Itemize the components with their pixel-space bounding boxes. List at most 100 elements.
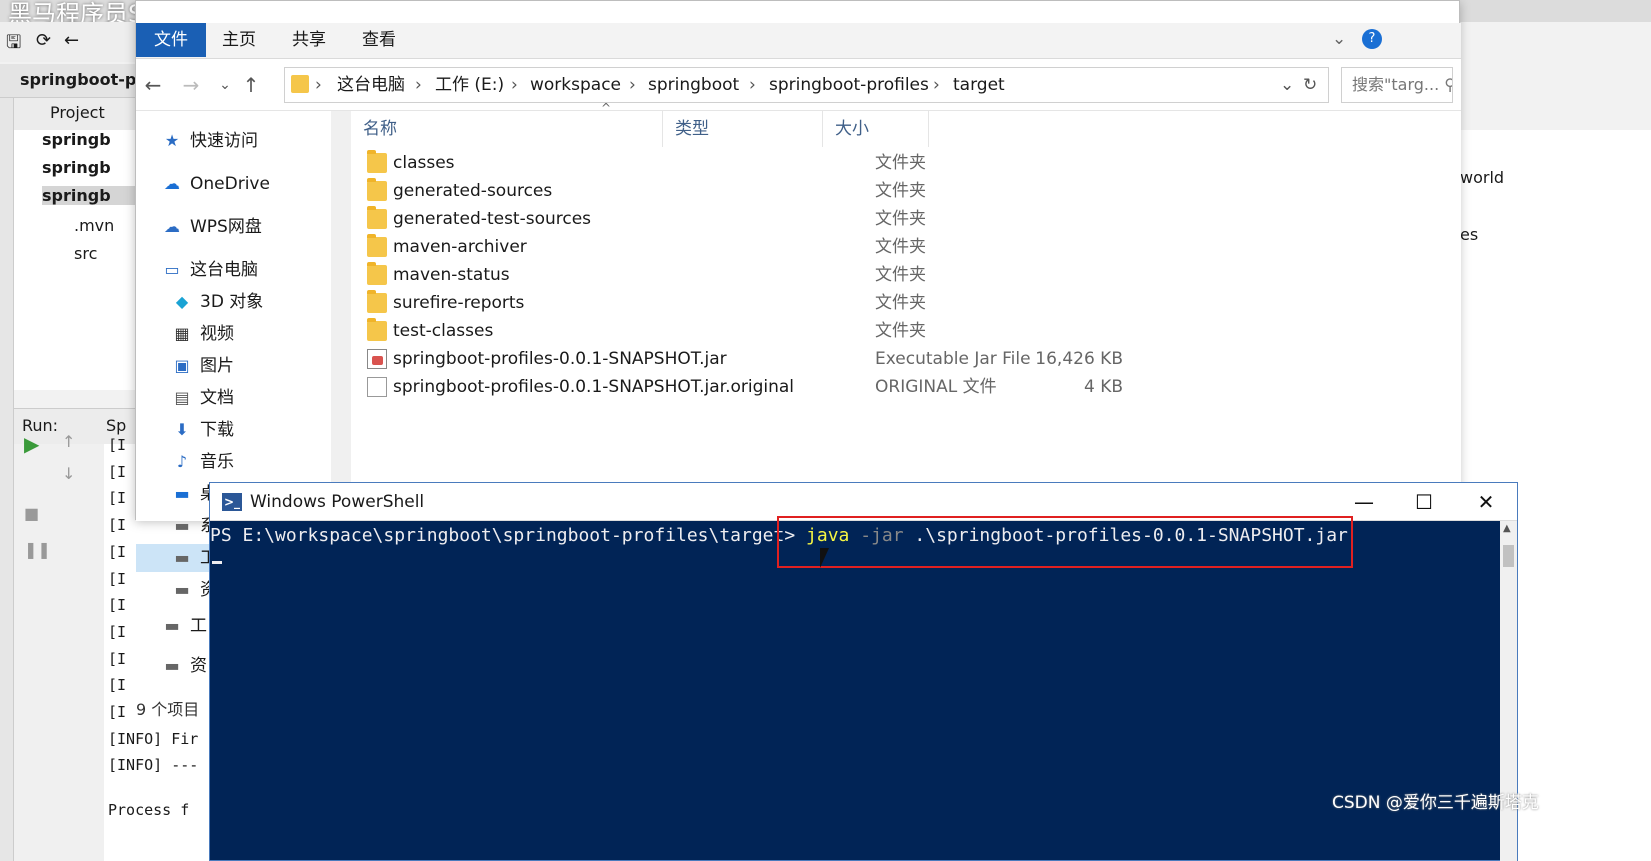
close-button[interactable]: ✕: [1456, 483, 1516, 521]
file-row[interactable]: springboot-profiles-0.0.1-SNAPSHOT.jar.o…: [351, 373, 1151, 401]
breadcrumb-item[interactable]: target: [953, 68, 1005, 102]
sidebar-item-label: 图片: [200, 356, 234, 376]
sidebar-item[interactable]: ▤ 文档: [170, 384, 234, 412]
help-icon[interactable]: ?: [1362, 29, 1382, 49]
search-input[interactable]: 搜索"targ... ⚲: [1341, 67, 1453, 103]
project-panel-label[interactable]: Project: [50, 103, 105, 122]
address-bar[interactable]: › 这台电脑 › 工作 (E:) › workspace › springboo…: [284, 67, 1329, 103]
project-panel-header: Project: [14, 98, 140, 130]
forward-arrow-icon[interactable]: →: [178, 71, 204, 99]
breadcrumb-separator-icon[interactable]: ›: [315, 68, 322, 102]
navigation-pane: ★ 快速访问 ☁ OneDrive ☁ WPS网盘 ▭ 这台电脑 ◆ 3D 对象 ▦ 视频 ▣ 图片 ▤ 文档…: [136, 111, 331, 676]
tree-item[interactable]: src: [74, 244, 97, 263]
ribbon-tab-view[interactable]: 查看: [344, 23, 414, 57]
terminal-output[interactable]: PS E:\workspace\springboot\springboot-pr…: [210, 521, 1500, 861]
sidebar-item-label: 这台电脑: [190, 260, 258, 280]
document-icon: ▤: [174, 388, 190, 407]
window-title: Windows PowerShell: [250, 492, 425, 512]
file-row[interactable]: test-classes 文件夹: [351, 317, 1151, 345]
drive-icon: ▬: [174, 548, 190, 567]
run-icon[interactable]: ▶: [24, 432, 39, 456]
breadcrumb-item[interactable]: workspace: [530, 68, 621, 102]
folder-icon: [291, 75, 309, 93]
sync-icon[interactable]: ⟳: [36, 30, 51, 51]
breadcrumb-separator-icon[interactable]: ›: [415, 68, 422, 102]
file-type: 文件夹: [875, 265, 926, 285]
stop-icon[interactable]: ■: [24, 504, 39, 523]
ribbon-tab-home[interactable]: 主页: [204, 23, 274, 57]
ribbon-tab-file[interactable]: 文件: [136, 23, 206, 57]
breadcrumb-separator-icon[interactable]: ›: [511, 68, 518, 102]
navigation-bar: ← → ⌄ ↑ › 这台电脑 › 工作 (E:) › workspace › s…: [136, 59, 1461, 111]
search-placeholder: 搜索"targ...: [1352, 75, 1440, 94]
sidebar-item[interactable]: ⬇ 下载: [170, 416, 234, 444]
breadcrumb-separator-icon[interactable]: ›: [749, 68, 756, 102]
ide-project-bar: springboot-p: [0, 64, 140, 98]
breadcrumb-item[interactable]: 这台电脑: [337, 68, 405, 102]
sidebar-item[interactable]: ★ 快速访问: [160, 127, 258, 155]
ribbon-tab-share[interactable]: 共享: [274, 23, 344, 57]
sidebar-item-label: 资: [190, 656, 207, 676]
breadcrumb-item[interactable]: 工作 (E:): [435, 68, 504, 102]
scroll-up-icon[interactable]: ▲: [1503, 523, 1511, 534]
ribbon-expand-icon[interactable]: ⌄: [1332, 29, 1346, 49]
sidebar-item[interactable]: ▣ 图片: [170, 352, 234, 380]
address-dropdown-icon[interactable]: ⌄: [1280, 68, 1294, 102]
text-cursor: [212, 561, 222, 564]
down-icon[interactable]: ↓: [62, 464, 75, 483]
drive-icon: ▬: [164, 616, 180, 635]
sidebar-item-label: 快速访问: [190, 131, 258, 151]
sidebar-item[interactable]: ☁ OneDrive: [160, 170, 270, 198]
sidebar-item[interactable]: ◆ 3D 对象: [170, 288, 263, 316]
file-type: 文件夹: [875, 237, 926, 257]
file-row[interactable]: maven-status 文件夹: [351, 261, 1151, 289]
folder-icon: [367, 262, 387, 285]
file-row[interactable]: classes 文件夹: [351, 149, 1151, 177]
file-row[interactable]: maven-archiver 文件夹: [351, 233, 1151, 261]
tree-item[interactable]: springb: [42, 130, 111, 149]
breadcrumb-item[interactable]: springboot-profiles: [769, 68, 929, 102]
navigation-pane-scrollbar[interactable]: [331, 111, 351, 521]
sidebar-item[interactable]: ▦ 视频: [170, 320, 234, 348]
up-icon[interactable]: ↑: [62, 432, 75, 451]
file-type: ORIGINAL 文件: [875, 377, 997, 397]
tree-item-selected[interactable]: springb: [42, 186, 140, 205]
tree-item[interactable]: .mvn: [74, 216, 114, 235]
ide-left-strip: [0, 98, 14, 861]
search-icon[interactable]: ⚲: [1444, 75, 1452, 94]
file-size: 4 KB: [1083, 377, 1123, 397]
sidebar-item[interactable]: ♪ 音乐: [170, 448, 234, 476]
folder-icon: [367, 290, 387, 313]
column-name[interactable]: 名称: [351, 111, 663, 147]
sidebar-item[interactable]: ☁ WPS网盘: [160, 213, 262, 241]
tree-item[interactable]: springb: [42, 158, 111, 177]
file-row[interactable]: surefire-reports 文件夹: [351, 289, 1151, 317]
project-name[interactable]: springboot-p: [20, 70, 136, 89]
file-row[interactable]: springboot-profiles-0.0.1-SNAPSHOT.jar Ex…: [351, 345, 1151, 373]
file-name: generated-test-sources: [393, 209, 592, 229]
up-arrow-icon[interactable]: ↑: [238, 71, 264, 99]
maximize-button[interactable]: ☐: [1394, 483, 1454, 521]
breadcrumb-separator-icon[interactable]: ›: [629, 68, 636, 102]
file-row[interactable]: generated-sources 文件夹: [351, 177, 1151, 205]
video-icon: ▦: [174, 324, 190, 343]
sidebar-item[interactable]: ▭ 这台电脑: [160, 256, 258, 284]
file-name: test-classes: [393, 321, 494, 341]
breadcrumb-separator-icon[interactable]: ›: [933, 68, 940, 102]
recent-locations-icon[interactable]: ⌄: [212, 71, 238, 99]
column-type[interactable]: 类型: [663, 111, 823, 147]
breadcrumb-item[interactable]: springboot: [648, 68, 739, 102]
file-type: 文件夹: [875, 293, 926, 313]
file-row[interactable]: generated-test-sources 文件夹: [351, 205, 1151, 233]
music-icon: ♪: [176, 452, 188, 471]
back-icon[interactable]: ←: [64, 30, 79, 51]
column-size[interactable]: 大小: [823, 111, 929, 147]
computer-icon: ▭: [164, 260, 180, 279]
save-icon[interactable]: 🖫: [6, 30, 21, 60]
pause-icon[interactable]: ❚❚: [24, 540, 51, 559]
scrollbar-thumb[interactable]: [1503, 545, 1514, 567]
sidebar-item[interactable]: ▬工: [160, 612, 207, 640]
refresh-icon[interactable]: ↻: [1303, 68, 1317, 102]
back-arrow-icon[interactable]: ←: [140, 71, 166, 99]
sidebar-item[interactable]: ▬资: [160, 652, 207, 680]
